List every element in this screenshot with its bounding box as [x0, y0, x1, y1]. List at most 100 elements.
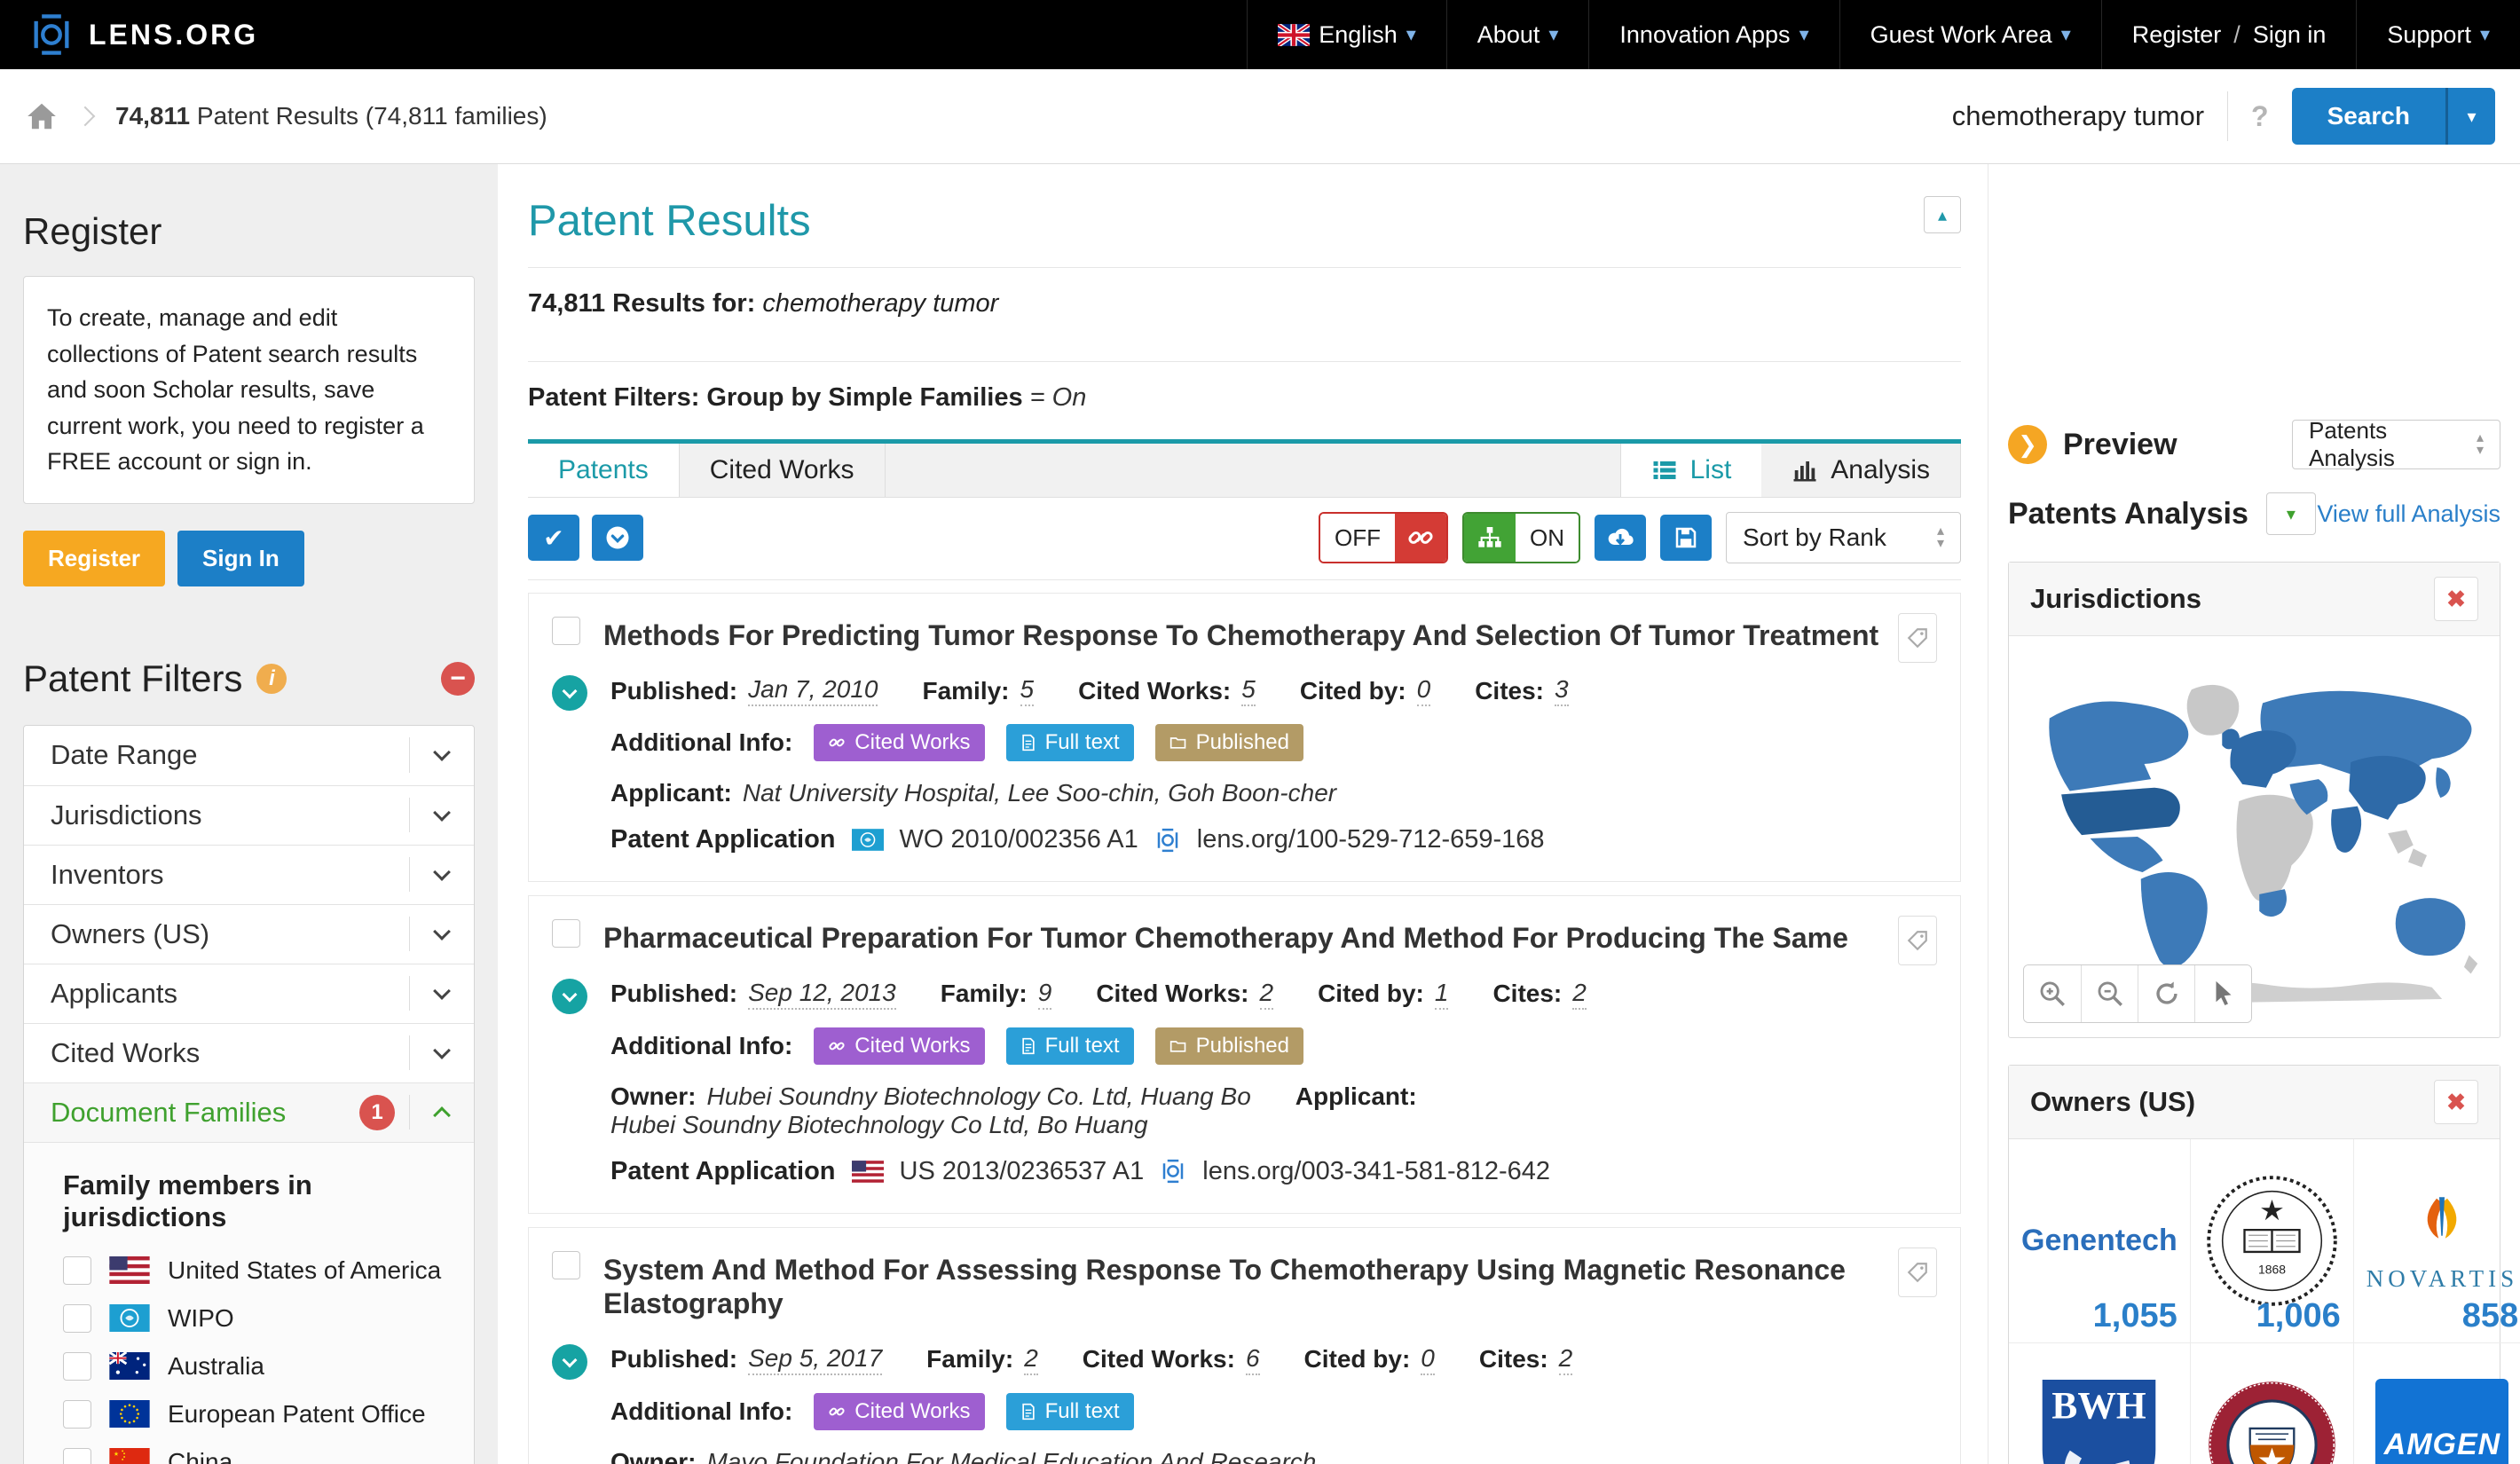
owner-cell-amgen[interactable]: AMGEN 581 [2354, 1343, 2520, 1464]
tab-patents[interactable]: Patents [528, 444, 679, 497]
link-icon [1406, 523, 1435, 552]
epo-checkbox[interactable] [63, 1400, 91, 1429]
expand-result-button[interactable] [552, 979, 587, 1014]
tag-button[interactable] [1898, 916, 1937, 965]
nav-about[interactable]: About ▾ [1446, 0, 1589, 69]
cites-value: 3 [1555, 675, 1569, 706]
result-checkbox[interactable] [552, 1251, 580, 1279]
nav-register-link[interactable]: Register [2132, 21, 2222, 49]
preview-toggle-icon[interactable]: ❯ [2008, 425, 2047, 464]
expand-result-button[interactable] [552, 1344, 587, 1380]
doc-number[interactable]: WO 2010/002356 A1 [900, 825, 1138, 854]
nav-guest-work-area[interactable]: Guest Work Area ▾ [1839, 0, 2101, 69]
lens-id-icon [1154, 827, 1181, 854]
owner-cell-novartis[interactable]: NOVARTIS 858 [2354, 1139, 2520, 1343]
results-summary: 74,811 Results for: chemotherapy tumor [528, 268, 1961, 340]
wipo-checkbox[interactable] [63, 1304, 91, 1333]
export-button[interactable] [1595, 515, 1646, 561]
register-button[interactable]: Register [23, 531, 165, 586]
doc-number[interactable]: US 2013/0236537 A1 [900, 1157, 1145, 1186]
search-button[interactable]: Search [2292, 88, 2445, 145]
link-icon [828, 1403, 846, 1421]
applicant-value: Hubei Soundny Biotechnology Co Ltd, Bo H… [610, 1111, 1148, 1139]
search-input[interactable] [1831, 100, 2204, 132]
close-owners-button[interactable]: ✖ [2434, 1080, 2478, 1124]
tag-button[interactable] [1898, 613, 1937, 663]
view-full-analysis-link[interactable]: View full Analysis [2317, 500, 2500, 528]
nav-innovation-apps[interactable]: Innovation Apps ▾ [1588, 0, 1839, 69]
tag-button[interactable] [1898, 1248, 1937, 1297]
link-toggle-off[interactable]: OFF [1319, 512, 1448, 563]
owner-cell-university-of-california[interactable]: 1868 1,006 [2191, 1139, 2354, 1343]
close-jurisdictions-button[interactable]: ✖ [2434, 577, 2478, 621]
zoom-in-button[interactable] [2024, 965, 2081, 1022]
search-button-label: Search [2327, 102, 2410, 130]
result-checkbox[interactable] [552, 919, 580, 948]
result-meta-row: Published:Sep 12, 2013 Family:9 Cited Wo… [610, 979, 1933, 1010]
filter-jurisdictions[interactable]: Jurisdictions [24, 785, 474, 845]
result-title[interactable]: Methods For Predicting Tumor Response To… [603, 617, 1878, 652]
result-title[interactable]: Pharmaceutical Preparation For Tumor Che… [603, 919, 1848, 955]
published-value: Sep 5, 2017 [748, 1344, 882, 1375]
owner-cell-university-of-texas[interactable]: 806 [2191, 1343, 2354, 1464]
owner-cell-bwh[interactable]: BWH 842 [2009, 1343, 2191, 1464]
australia-checkbox[interactable] [63, 1352, 91, 1381]
tab-cited-works[interactable]: Cited Works [679, 444, 886, 497]
search-help-icon[interactable]: ? [2251, 100, 2269, 133]
result-count: 74,811 [115, 102, 190, 130]
reset-map-button[interactable] [2138, 965, 2194, 1022]
cites-value: 2 [1559, 1344, 1573, 1375]
family-value: 5 [1020, 675, 1035, 706]
lens-id-link[interactable]: lens.org/003-341-581-812-642 [1202, 1157, 1550, 1186]
zoom-out-button[interactable] [2081, 965, 2138, 1022]
collapse-filters-button[interactable]: − [441, 662, 475, 696]
filter-document-families[interactable]: Document Families 1 [24, 1082, 474, 1142]
result-owner-row: Owner: Hubei Soundny Biotechnology Co. L… [610, 1082, 1933, 1139]
home-icon[interactable] [25, 99, 59, 133]
full-text-badge: Full text [1006, 724, 1134, 761]
tab-list-view[interactable]: List [1620, 444, 1762, 497]
jurisdiction-label: European Patent Office [168, 1400, 426, 1429]
filter-cited-works[interactable]: Cited Works [24, 1023, 474, 1082]
owner-cell-genentech[interactable]: Genentech 1,055 [2009, 1139, 2191, 1343]
save-query-button[interactable] [1660, 515, 1712, 561]
cloud-download-icon [1606, 523, 1634, 552]
results-count: 74,811 [528, 289, 605, 318]
lens-logo[interactable]: LENS.ORG [0, 0, 258, 69]
jurisdiction-label: United States of America [168, 1256, 441, 1285]
preview-select[interactable]: Patents Analysis ▴▾ [2292, 420, 2500, 469]
filter-date-range[interactable]: Date Range [24, 726, 474, 785]
jurisdictions-map[interactable] [2009, 636, 2500, 1037]
nav-support[interactable]: Support ▾ [2356, 0, 2520, 69]
nav-signin-link[interactable]: Sign in [2253, 21, 2327, 49]
tab-analysis-view[interactable]: Analysis [1761, 444, 1961, 497]
select-all-button[interactable]: ✔ [528, 515, 579, 561]
chevron-down-icon [433, 982, 451, 1000]
filter-inventors[interactable]: Inventors [24, 845, 474, 904]
signin-button[interactable]: Sign In [177, 531, 304, 586]
result-owner-row: Owner: Mayo Foundation For Medical Educa… [610, 1448, 1900, 1464]
info-icon[interactable]: i [256, 664, 287, 694]
usa-checkbox[interactable] [63, 1256, 91, 1285]
lens-id-link[interactable]: lens.org/100-529-712-659-168 [1197, 825, 1545, 854]
bulk-actions-button[interactable] [592, 515, 643, 561]
chevron-down-icon [433, 1042, 451, 1059]
collapse-panel-button[interactable]: ▴ [1924, 196, 1961, 233]
nav-language[interactable]: English ▾ [1247, 0, 1446, 69]
cited-works-value: 5 [1241, 675, 1256, 706]
results-label: Results for: [612, 289, 755, 318]
result-checkbox[interactable] [552, 617, 580, 645]
group-families-toggle-on[interactable]: ON [1462, 512, 1580, 563]
folder-icon [1169, 1038, 1187, 1054]
filter-owners-us[interactable]: Owners (US) [24, 904, 474, 964]
results-list: Methods For Predicting Tumor Response To… [528, 593, 1961, 1464]
expand-result-button[interactable] [552, 675, 587, 711]
sort-select[interactable]: Sort by Rank ▴▾ [1726, 512, 1961, 563]
pointer-mode-button[interactable] [2194, 965, 2251, 1022]
filter-applicants[interactable]: Applicants [24, 964, 474, 1023]
china-checkbox[interactable] [63, 1448, 91, 1464]
result-title[interactable]: System And Method For Assessing Response… [603, 1251, 1933, 1321]
cites-value: 2 [1572, 979, 1587, 1010]
analysis-options-button[interactable]: ▾ [2266, 492, 2316, 535]
search-options-caret[interactable]: ▾ [2445, 88, 2495, 145]
